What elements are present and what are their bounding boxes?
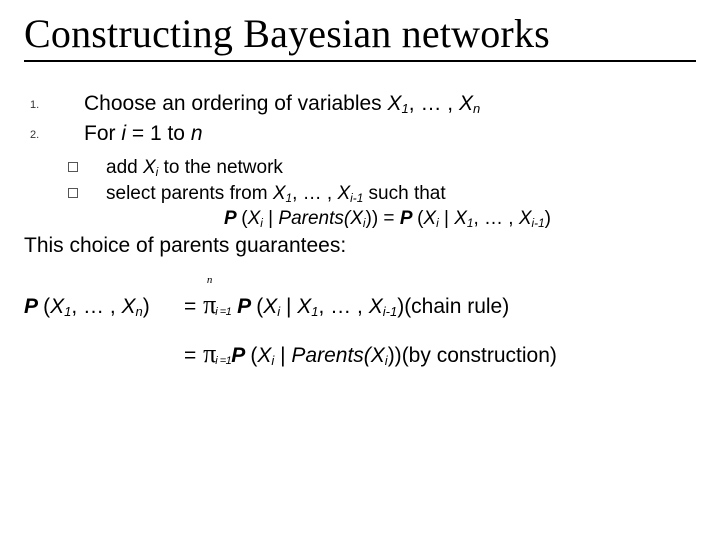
pi-symbol: π: [203, 336, 216, 371]
sub-item-b: select parents from X1, … , Xi-1 such th…: [24, 181, 696, 207]
note: (by construction): [402, 344, 557, 367]
paragraph: This choice of parents guarantees:: [24, 232, 696, 260]
sub-text: add Xi to the network: [106, 155, 283, 181]
list-item-2: 2. For i = 1 to n: [24, 120, 696, 148]
square-bullet-icon: [68, 162, 78, 172]
text: For: [84, 122, 121, 145]
pi-lower: i =1: [215, 355, 231, 367]
slide-title: Constructing Bayesian networks: [24, 10, 696, 62]
slide: Constructing Bayesian networks 1. Choose…: [0, 0, 720, 540]
note: (chain rule): [404, 295, 509, 318]
sub-text: select parents from X1, … , Xi-1 such th…: [106, 181, 446, 207]
list-number: 2.: [24, 120, 84, 148]
eq-rhs: = πi =1P (Xi | Parents(Xi))(by construct…: [184, 336, 557, 371]
equation-row-1: P (X1, … , Xn) = nπi =1 P (Xi | X1, … , …: [24, 287, 696, 322]
square-bullet-icon: [68, 188, 78, 198]
text: = 1 to: [126, 122, 191, 145]
equals: =: [184, 344, 202, 367]
pi-glyph: π: [203, 290, 216, 319]
pi-glyph: π: [203, 339, 216, 368]
text: Choose an ordering of variables: [84, 92, 388, 115]
eq-lhs: P (X1, … , Xn): [24, 293, 184, 321]
slide-body: 1. Choose an ordering of variables X1, ……: [24, 90, 696, 371]
text: select parents from: [106, 183, 273, 204]
pi-symbol: nπ: [203, 287, 216, 322]
equals: =: [184, 295, 202, 318]
sub-list: add Xi to the network select parents fro…: [24, 155, 696, 207]
list-item-1: 1. Choose an ordering of variables X1, ……: [24, 90, 696, 118]
text: add: [106, 157, 143, 178]
pi-lower: i =1: [215, 306, 231, 318]
equation-row-2: = πi =1P (Xi | Parents(Xi))(by construct…: [24, 336, 696, 371]
sub-item-a: add Xi to the network: [24, 155, 696, 181]
text: such that: [363, 183, 445, 204]
list-number: 1.: [24, 90, 84, 118]
pi-upper: n: [207, 273, 213, 288]
text: to the network: [158, 157, 283, 178]
var-n: n: [191, 122, 203, 145]
list-text: Choose an ordering of variables X1, … , …: [84, 90, 480, 118]
eq-rhs: = nπi =1 P (Xi | X1, … , Xi-1)(chain rul…: [184, 287, 509, 322]
list-text: For i = 1 to n: [84, 120, 203, 148]
ordered-list: 1. Choose an ordering of variables X1, ……: [24, 90, 696, 149]
equation-block: P (X1, … , Xn) = nπi =1 P (Xi | X1, … , …: [24, 287, 696, 371]
condition-eq: P (Xi | Parents(Xi)) = P (Xi | X1, … , X…: [224, 206, 696, 232]
